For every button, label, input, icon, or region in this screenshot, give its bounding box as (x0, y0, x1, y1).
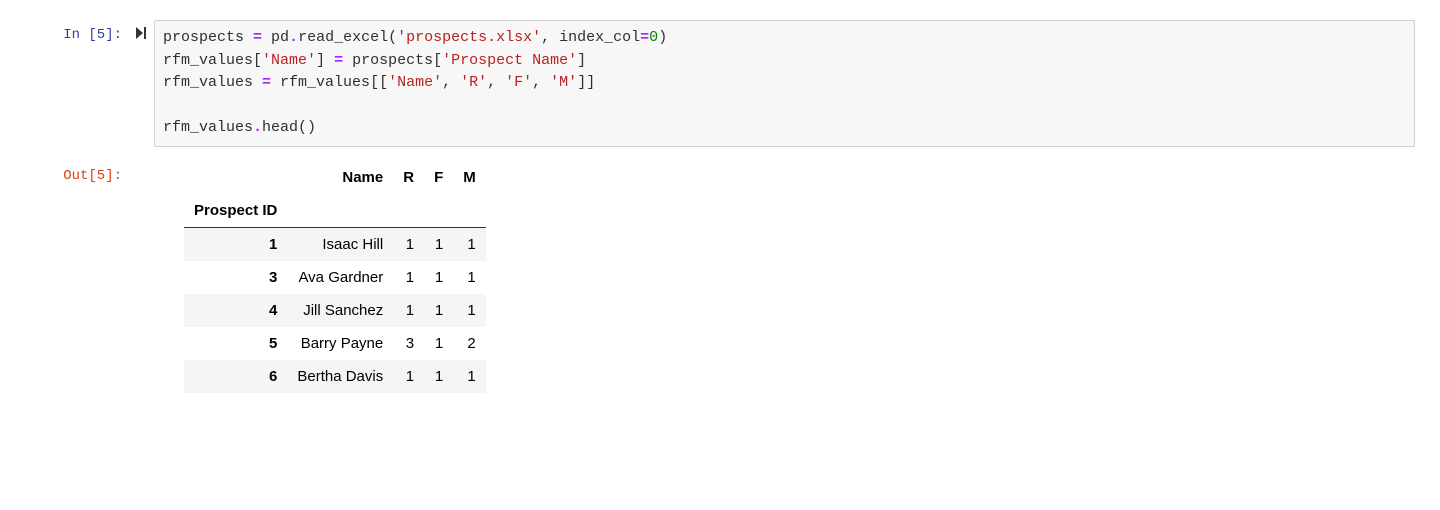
code-token: 'M' (550, 74, 577, 91)
output-area: Name R F M Prospect ID 1 Isaac Hill (154, 161, 1415, 393)
cell-name: Bertha Davis (287, 360, 393, 393)
cell-m: 1 (453, 227, 486, 261)
code-token: prospects (163, 29, 253, 46)
cell-r: 1 (393, 294, 424, 327)
row-index: 5 (184, 327, 287, 360)
code-token: prospects[ (343, 52, 442, 69)
blank-header (453, 194, 486, 228)
code-area: prospects = pd.read_excel('prospects.xls… (154, 20, 1415, 147)
cell-m: 1 (453, 360, 486, 393)
blank-header (424, 194, 453, 228)
code-token: ]] (577, 74, 595, 91)
cell-f: 1 (424, 227, 453, 261)
code-token: rfm_values (163, 74, 262, 91)
code-token: , (442, 74, 460, 91)
cell-name: Ava Gardner (287, 261, 393, 294)
cell-r: 1 (393, 360, 424, 393)
row-index: 1 (184, 227, 287, 261)
blank-header (393, 194, 424, 228)
code-token: = (262, 74, 271, 91)
col-header: M (453, 161, 486, 194)
input-cell: In [5]: prospects = pd.read_excel('prosp… (0, 20, 1440, 147)
cell-name: Isaac Hill (287, 227, 393, 261)
code-token: 'F' (505, 74, 532, 91)
code-token: , index_col (541, 29, 640, 46)
cell-r: 3 (393, 327, 424, 360)
run-cell-icon[interactable] (130, 20, 154, 43)
code-input[interactable]: prospects = pd.read_excel('prospects.xls… (154, 20, 1415, 147)
code-token: pd (262, 29, 289, 46)
blank-header (287, 194, 393, 228)
cell-r: 1 (393, 261, 424, 294)
code-token: read_excel( (298, 29, 397, 46)
code-token: ] (577, 52, 586, 69)
row-index: 3 (184, 261, 287, 294)
dataframe-table: Name R F M Prospect ID 1 Isaac Hill (184, 161, 486, 393)
code-token: . (289, 29, 298, 46)
code-token: rfm_values[ (163, 52, 262, 69)
cell-r: 1 (393, 227, 424, 261)
code-token: , (532, 74, 550, 91)
in-prompt: In [5]: (0, 20, 130, 43)
cell-m: 1 (453, 294, 486, 327)
code-token: = (253, 29, 262, 46)
table-row: 6 Bertha Davis 1 1 1 (184, 360, 486, 393)
col-header: F (424, 161, 453, 194)
code-token: = (640, 29, 649, 46)
output-cell: Out[5]: Name R F M Prospect ID (0, 161, 1440, 393)
col-header: R (393, 161, 424, 194)
code-token: rfm_values (163, 119, 253, 136)
code-token: 'Name' (388, 74, 442, 91)
code-token: 'Prospect Name' (442, 52, 577, 69)
cell-m: 2 (453, 327, 486, 360)
cell-f: 1 (424, 360, 453, 393)
row-index: 4 (184, 294, 287, 327)
code-token: head() (262, 119, 316, 136)
code-token: rfm_values[[ (271, 74, 388, 91)
cell-f: 1 (424, 294, 453, 327)
code-token: , (487, 74, 505, 91)
table-row: 1 Isaac Hill 1 1 1 (184, 227, 486, 261)
blank-header (184, 161, 287, 194)
col-header: Name (287, 161, 393, 194)
code-token: ) (658, 29, 667, 46)
code-token: . (253, 119, 262, 136)
code-token: ] (316, 52, 334, 69)
code-token: 'R' (460, 74, 487, 91)
cell-name: Barry Payne (287, 327, 393, 360)
code-token: = (334, 52, 343, 69)
cell-f: 1 (424, 327, 453, 360)
table-row: 3 Ava Gardner 1 1 1 (184, 261, 486, 294)
cell-m: 1 (453, 261, 486, 294)
cell-f: 1 (424, 261, 453, 294)
table-row: 5 Barry Payne 3 1 2 (184, 327, 486, 360)
out-prompt: Out[5]: (0, 161, 130, 184)
out-icon-spacer (130, 161, 154, 167)
code-token: 'prospects.xlsx' (397, 29, 541, 46)
row-index: 6 (184, 360, 287, 393)
index-name-header: Prospect ID (184, 194, 287, 228)
cell-name: Jill Sanchez (287, 294, 393, 327)
code-token: 'Name' (262, 52, 316, 69)
code-token: 0 (649, 29, 658, 46)
table-row: 4 Jill Sanchez 1 1 1 (184, 294, 486, 327)
